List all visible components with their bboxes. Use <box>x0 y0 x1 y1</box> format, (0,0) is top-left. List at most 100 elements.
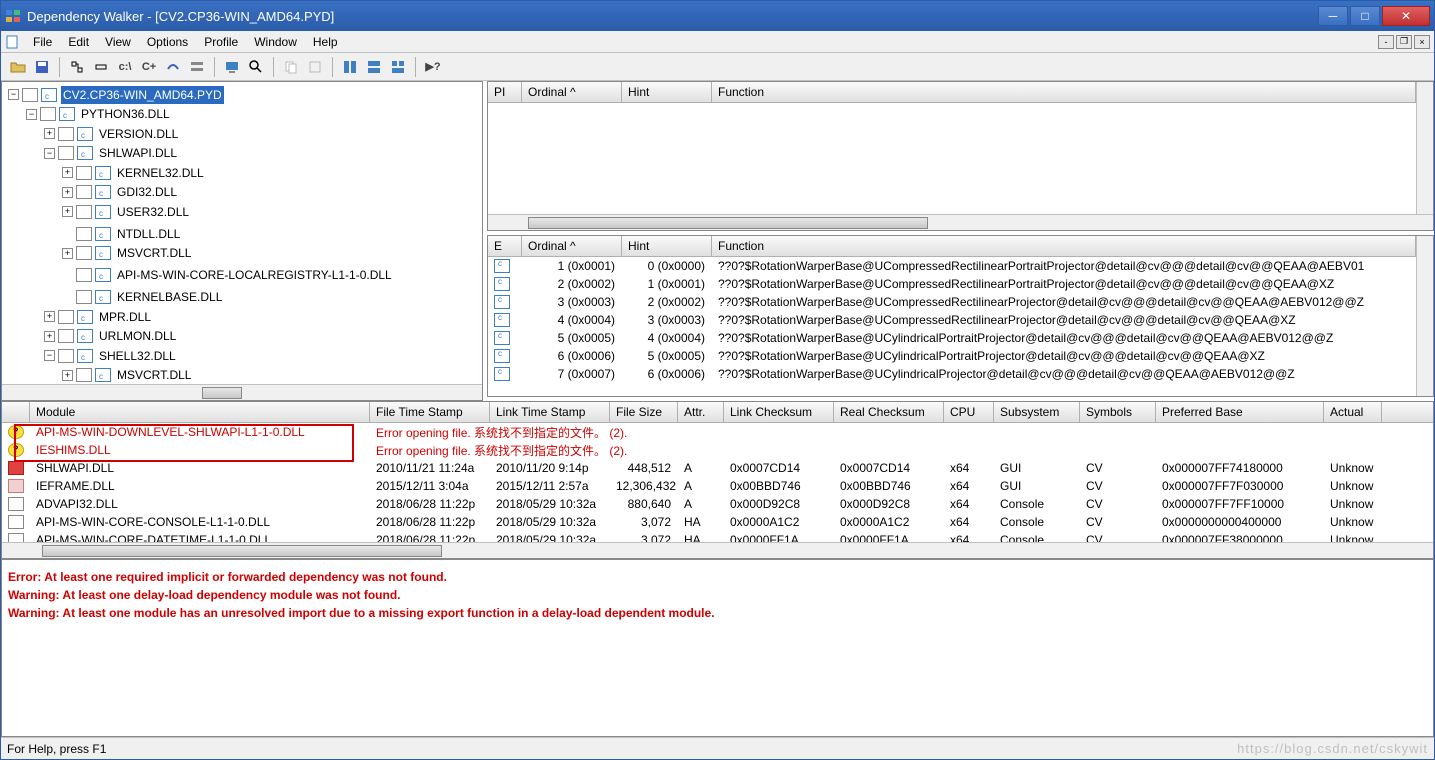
tree-node[interactable]: +MSVCRT.DLL <box>62 366 193 384</box>
tree-label[interactable]: VERSION.DLL <box>97 125 180 143</box>
menu-edit[interactable]: Edit <box>60 33 97 51</box>
tb-save-button[interactable] <box>31 56 53 78</box>
export-row[interactable]: 4 (0x0004)3 (0x0003)??0?$RotationWarperB… <box>488 311 1416 329</box>
module-row[interactable]: API-MS-WIN-CORE-DATETIME-L1-1-0.DLL2018/… <box>2 531 1433 542</box>
close-button[interactable]: ✕ <box>1382 6 1430 26</box>
tree-label[interactable]: SHELL32.DLL <box>97 347 178 365</box>
export-row[interactable]: 6 (0x0006)5 (0x0005)??0?$RotationWarperB… <box>488 347 1416 365</box>
tree-node[interactable]: + GDI32.DLL <box>62 183 179 201</box>
tree-label[interactable]: NTDLL.DLL <box>115 225 182 243</box>
log-pane[interactable]: Error: At least one required implicit or… <box>1 559 1434 737</box>
mod-hscrollbar[interactable] <box>2 542 1433 558</box>
mod-col-rchk[interactable]: Real Checksum <box>834 402 944 422</box>
tree-toggle-icon[interactable]: − <box>26 109 37 120</box>
menu-file[interactable]: File <box>25 33 60 51</box>
menu-profile[interactable]: Profile <box>196 33 246 51</box>
tree-toggle-icon[interactable]: + <box>62 248 73 259</box>
tree-label[interactable]: USER32.DLL <box>115 203 191 221</box>
exp-col-e[interactable]: E <box>488 236 522 256</box>
tree-node[interactable]: − SHELL32.DLL <box>44 347 178 365</box>
imp-hscrollbar[interactable] <box>488 214 1433 230</box>
mod-col-icon[interactable] <box>2 402 30 422</box>
tree-toggle-icon[interactable]: + <box>44 331 55 342</box>
tb-view1-button[interactable] <box>339 56 361 78</box>
menu-help[interactable]: Help <box>305 33 346 51</box>
tb-view3-button[interactable] <box>387 56 409 78</box>
exp-col-function[interactable]: Function <box>712 236 1416 256</box>
export-row[interactable]: 1 (0x0001)0 (0x0000)??0?$RotationWarperB… <box>488 257 1416 275</box>
tree-node[interactable]: KERNELBASE.DLL <box>62 288 224 306</box>
mod-col-sym[interactable]: Symbols <box>1080 402 1156 422</box>
module-row[interactable]: API-MS-WIN-CORE-CONSOLE-L1-1-0.DLL2018/0… <box>2 513 1433 531</box>
tb-cpath-button[interactable]: c:\ <box>114 56 136 78</box>
mod-col-pbase[interactable]: Preferred Base <box>1156 402 1324 422</box>
menu-options[interactable]: Options <box>139 33 196 51</box>
tree-toggle-icon[interactable]: + <box>62 187 73 198</box>
module-row[interactable]: IESHIMS.DLLError opening file. 系统找不到指定的文… <box>2 441 1433 459</box>
tree-label[interactable]: MSVCRT.DLL <box>115 244 193 262</box>
tree-node[interactable]: + MSVCRT.DLL <box>62 244 193 262</box>
tree-toggle-icon[interactable]: + <box>62 370 73 381</box>
tb-autoexpand-button[interactable] <box>304 56 326 78</box>
tree-label[interactable]: GDI32.DLL <box>115 183 179 201</box>
tree-label[interactable]: MPR.DLL <box>97 308 153 326</box>
tree-toggle-icon[interactable]: + <box>44 128 55 139</box>
mod-col-actual[interactable]: Actual <box>1324 402 1382 422</box>
mod-col-cpu[interactable]: CPU <box>944 402 994 422</box>
tree-label[interactable]: KERNEL32.DLL <box>115 164 206 182</box>
tree-node[interactable]: + USER32.DLL <box>62 203 191 221</box>
module-list-pane[interactable]: Module File Time Stamp Link Time Stamp F… <box>1 401 1434 559</box>
tree-hscrollbar[interactable] <box>2 384 482 400</box>
tb-find-button[interactable] <box>245 56 267 78</box>
tree-label[interactable]: API-MS-WIN-CORE-LOCALREGISTRY-L1-1-0.DLL <box>115 266 394 284</box>
tree-toggle-icon[interactable]: + <box>62 206 73 217</box>
tree-toggle-icon[interactable]: − <box>44 148 55 159</box>
tree-label[interactable]: URLMON.DLL <box>97 327 178 345</box>
tree-label[interactable]: PYTHON36.DLL <box>79 105 172 123</box>
imp-col-ordinal[interactable]: Ordinal ^ <box>522 82 622 102</box>
export-row[interactable]: 5 (0x0005)4 (0x0004)??0?$RotationWarperB… <box>488 329 1416 347</box>
tree-toggle-icon[interactable]: − <box>44 350 55 361</box>
mod-col-filets[interactable]: File Time Stamp <box>370 402 490 422</box>
tb-undecorate-button[interactable] <box>162 56 184 78</box>
tb-open-button[interactable] <box>7 56 29 78</box>
module-row[interactable]: API-MS-WIN-DOWNLEVEL-SHLWAPI-L1-1-0.DLLE… <box>2 423 1433 441</box>
tree-node[interactable]: +KERNEL32.DLL <box>62 164 206 182</box>
export-row[interactable]: 7 (0x0007)6 (0x0006)??0?$RotationWarperB… <box>488 365 1416 383</box>
tree-toggle-icon[interactable]: − <box>8 89 19 100</box>
mod-col-size[interactable]: File Size <box>610 402 678 422</box>
exp-vscrollbar[interactable] <box>1416 236 1433 396</box>
imp-col-function[interactable]: Function <box>712 82 1416 102</box>
tree-label[interactable]: SHLWAPI.DLL <box>97 144 179 162</box>
tree-node[interactable]: − CV2.CP36-WIN_AMD64.PYD <box>8 86 224 104</box>
tb-help-button[interactable]: ▶? <box>422 56 444 78</box>
export-row[interactable]: 2 (0x0002)1 (0x0001)??0?$RotationWarperB… <box>488 275 1416 293</box>
mdi-close-button[interactable]: × <box>1414 35 1430 49</box>
imp-vscrollbar[interactable] <box>1416 82 1433 214</box>
exp-col-hint[interactable]: Hint <box>622 236 712 256</box>
mdi-minimize-button[interactable]: - <box>1378 35 1394 49</box>
tree-node[interactable]: + VERSION.DLL <box>44 125 180 143</box>
mdi-restore-button[interactable]: ❐ <box>1396 35 1412 49</box>
export-row[interactable]: 3 (0x0003)2 (0x0002)??0?$RotationWarperB… <box>488 293 1416 311</box>
module-row[interactable]: SHLWAPI.DLL2010/11/21 11:24a2010/11/20 9… <box>2 459 1433 477</box>
mod-col-sub[interactable]: Subsystem <box>994 402 1080 422</box>
tb-config-button[interactable] <box>186 56 208 78</box>
tree-node[interactable]: + URLMON.DLL <box>44 327 178 345</box>
import-functions-pane[interactable]: PI Ordinal ^ Hint Function <box>487 81 1434 231</box>
tree-label[interactable]: CV2.CP36-WIN_AMD64.PYD <box>61 86 224 104</box>
mod-col-linkts[interactable]: Link Time Stamp <box>490 402 610 422</box>
menu-view[interactable]: View <box>97 33 139 51</box>
tb-cpp-button[interactable]: C+ <box>138 56 160 78</box>
mod-col-module[interactable]: Module <box>30 402 370 422</box>
imp-col-hint[interactable]: Hint <box>622 82 712 102</box>
tb-collapse-button[interactable] <box>90 56 112 78</box>
tree-node[interactable]: +MPR.DLL <box>44 308 153 326</box>
tree-node[interactable]: API-MS-WIN-CORE-LOCALREGISTRY-L1-1-0.DLL <box>62 266 394 284</box>
menu-window[interactable]: Window <box>246 33 305 51</box>
tree-label[interactable]: KERNELBASE.DLL <box>115 288 224 306</box>
maximize-button[interactable]: □ <box>1350 6 1380 26</box>
dependency-tree-pane[interactable]: − CV2.CP36-WIN_AMD64.PYD − PYTHON36.DLL + VER… <box>1 81 483 401</box>
tb-sysinfo-button[interactable] <box>221 56 243 78</box>
module-row[interactable]: ADVAPI32.DLL2018/06/28 11:22p2018/05/29 … <box>2 495 1433 513</box>
